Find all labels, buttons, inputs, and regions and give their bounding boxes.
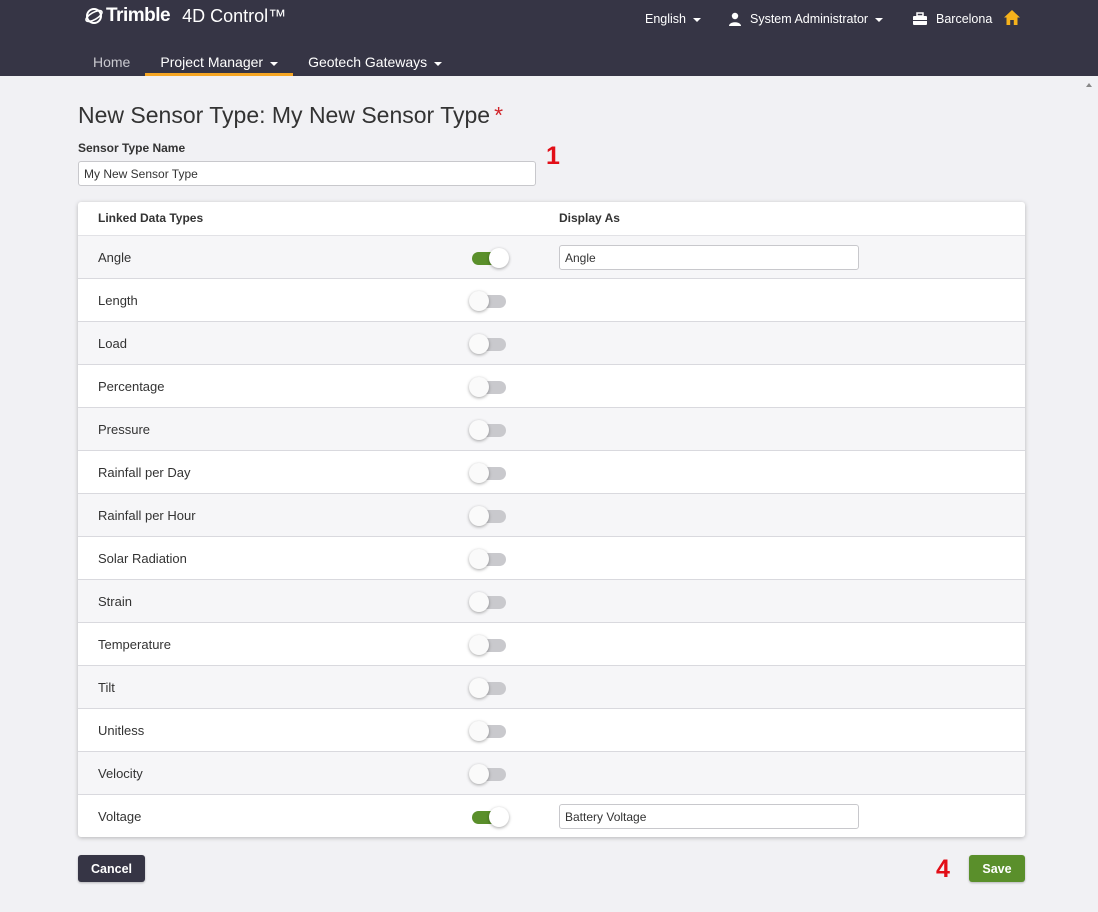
nav-geotech-gateways[interactable]: Geotech Gateways (293, 52, 457, 76)
table-row: Pressure (78, 408, 1025, 451)
data-type-label: Temperature (98, 637, 171, 652)
home-icon[interactable] (1003, 9, 1021, 26)
sensor-type-name-input[interactable] (78, 161, 536, 186)
data-type-toggle[interactable] (469, 549, 508, 569)
data-type-label: Rainfall per Day (98, 465, 191, 480)
table-row: Tilt (78, 666, 1025, 709)
top-header: Trimble 4D Control™ English System Admin… (0, 0, 1098, 76)
column-header-linked-data-types: Linked Data Types (98, 211, 204, 225)
language-label: English (645, 12, 686, 26)
data-type-toggle[interactable] (470, 807, 509, 827)
data-type-label: Unitless (98, 723, 145, 738)
data-type-label: Velocity (98, 766, 143, 781)
table-header: Linked Data Types Display As (78, 202, 1025, 236)
brand-name: Trimble (106, 5, 171, 26)
data-type-label: Solar Radiation (98, 551, 187, 566)
table-row: Unitless (78, 709, 1025, 752)
data-type-label: Voltage (98, 809, 142, 824)
callout-1: 1 (546, 142, 560, 170)
cancel-button[interactable]: Cancel (78, 855, 145, 882)
nav-project-manager[interactable]: Project Manager (145, 52, 294, 76)
data-type-toggle[interactable] (470, 248, 509, 268)
trimble-logo[interactable]: Trimble 4D Control™ (84, 5, 286, 27)
data-type-label: Pressure (98, 422, 151, 437)
data-type-label: Load (98, 336, 127, 351)
toggle-knob (469, 635, 489, 655)
data-type-toggle[interactable] (469, 721, 508, 741)
data-type-toggle[interactable] (469, 764, 508, 784)
table-row: Voltage (78, 795, 1025, 837)
table-row: Rainfall per Hour (78, 494, 1025, 537)
toggle-knob (469, 549, 489, 569)
table-row: Length (78, 279, 1025, 322)
required-marker: * (494, 102, 504, 128)
toggle-knob (469, 678, 489, 698)
table-row: Load (78, 322, 1025, 365)
display-as-input[interactable] (559, 804, 859, 829)
toggle-knob (489, 248, 509, 268)
user-name: System Administrator (750, 12, 869, 26)
data-type-label: Percentage (98, 379, 165, 394)
data-type-toggle[interactable] (469, 592, 508, 612)
table-row: Percentage (78, 365, 1025, 408)
page-title: New Sensor Type: My New Sensor Type * (78, 102, 503, 129)
save-button[interactable]: Save (969, 855, 1025, 882)
table-row: Solar Radiation (78, 537, 1025, 580)
sensor-type-name-label: Sensor Type Name (78, 141, 186, 155)
toggle-knob (469, 764, 489, 784)
data-type-toggle[interactable] (469, 678, 508, 698)
data-type-toggle[interactable] (469, 377, 508, 397)
table-row: Strain (78, 580, 1025, 623)
table-row: Angle (78, 236, 1025, 279)
chevron-down-icon (270, 62, 279, 66)
toggle-knob (469, 721, 489, 741)
data-type-label: Strain (98, 594, 132, 609)
toggle-knob (469, 377, 489, 397)
toggle-knob (469, 334, 489, 354)
toggle-knob (469, 291, 489, 311)
data-type-toggle[interactable] (469, 420, 508, 440)
user-icon (729, 12, 741, 26)
site-selector[interactable]: Barcelona (912, 12, 992, 26)
display-as-input[interactable] (559, 245, 859, 270)
product-name: 4D Control™ (182, 5, 287, 26)
trimble-globe-icon (85, 8, 103, 24)
toggle-knob (469, 592, 489, 612)
toggle-knob (469, 420, 489, 440)
nav-project-manager-label: Project Manager (160, 54, 264, 70)
data-type-toggle[interactable] (469, 506, 508, 526)
site-name: Barcelona (936, 12, 993, 26)
data-type-label: Angle (98, 250, 132, 265)
nav-geotech-gateways-label: Geotech Gateways (308, 54, 428, 70)
chevron-down-icon (693, 18, 701, 22)
briefcase-icon (913, 12, 927, 25)
data-type-toggle[interactable] (469, 291, 508, 311)
toggle-knob (489, 807, 509, 827)
nav-home[interactable]: Home (78, 52, 145, 76)
table-body: Angle Length Load Percentage Pressure Rainfal… (78, 236, 1025, 837)
user-menu[interactable]: System Administrator (728, 12, 884, 26)
column-header-display-as: Display As (559, 211, 620, 225)
data-type-label: Rainfall per Hour (98, 508, 196, 523)
data-type-label: Length (98, 293, 138, 308)
chevron-down-icon (434, 62, 443, 66)
language-dropdown[interactable]: English (645, 12, 701, 26)
main-nav: Home Project Manager Geotech Gateways (78, 52, 457, 76)
table-row: Rainfall per Day (78, 451, 1025, 494)
data-type-label: Tilt (98, 680, 115, 695)
table-row: Velocity (78, 752, 1025, 795)
chevron-down-icon (875, 18, 884, 22)
scrollbar-up-arrow[interactable] (1086, 83, 1092, 87)
page-title-text: New Sensor Type: My New Sensor Type (78, 102, 491, 128)
toggle-knob (469, 463, 489, 483)
nav-home-label: Home (93, 54, 131, 70)
linked-data-types-table: Linked Data Types Display As Angle Length… (78, 202, 1025, 837)
data-type-toggle[interactable] (469, 334, 508, 354)
data-type-toggle[interactable] (469, 635, 508, 655)
toggle-knob (469, 506, 489, 526)
table-row: Temperature (78, 623, 1025, 666)
callout-4: 4 (936, 855, 950, 883)
data-type-toggle[interactable] (469, 463, 508, 483)
